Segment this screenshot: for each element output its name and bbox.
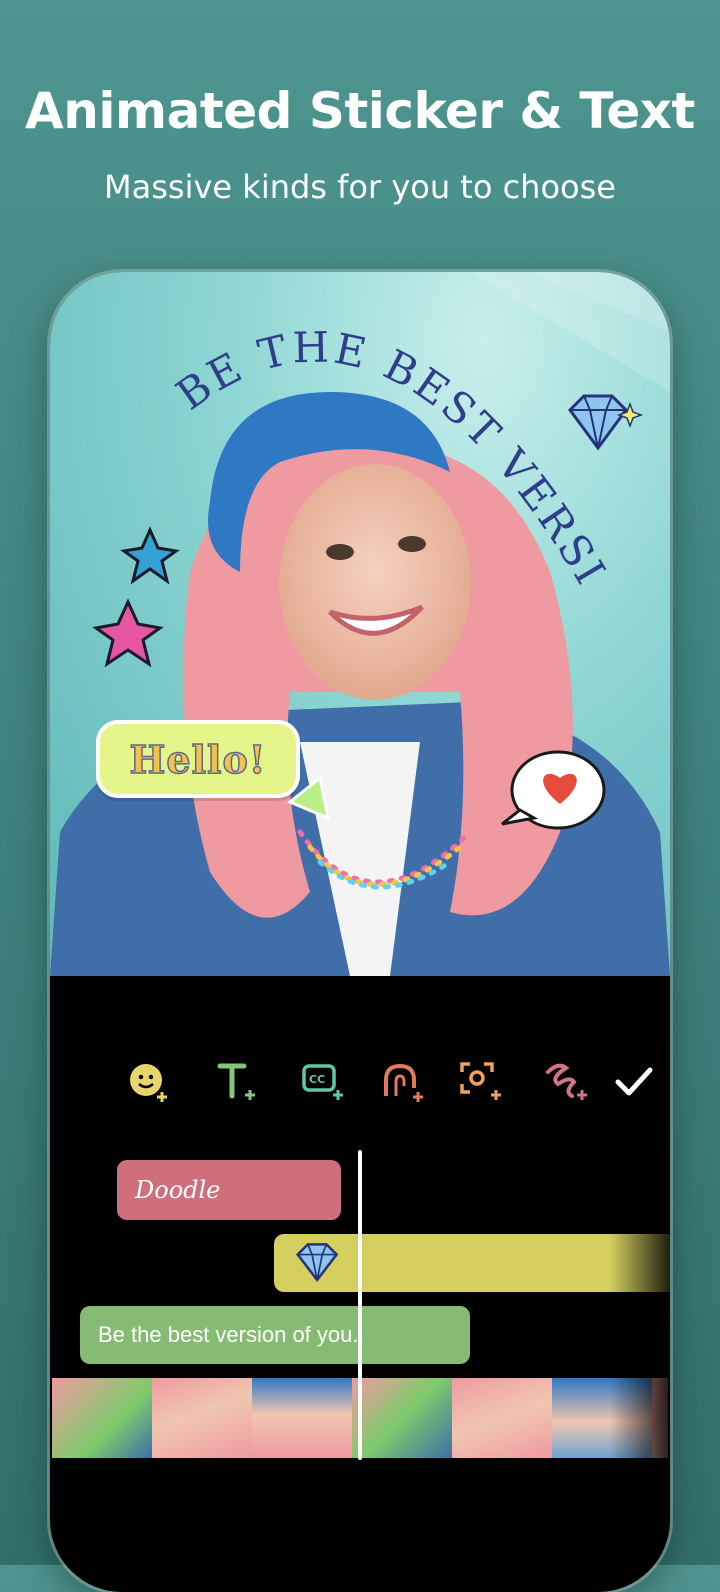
- star-icon: [92, 598, 164, 668]
- svg-text:CC: CC: [309, 1073, 325, 1086]
- diamond-icon: [568, 394, 628, 451]
- hero-subtitle: Massive kinds for you to choose: [104, 168, 616, 206]
- diamond-icon: [296, 1243, 339, 1283]
- text-clip-label: Be the best version of you.: [98, 1322, 359, 1347]
- sticker-toolbar: CC: [50, 1052, 670, 1116]
- hello-sticker[interactable]: Hello!: [96, 720, 300, 798]
- filmstrip-frame: [452, 1378, 552, 1458]
- magnet-plus-icon: [384, 1063, 423, 1102]
- filmstrip-frame: [252, 1378, 352, 1458]
- video-preview[interactable]: BE THE BEST VERSION OF YOU.: [50, 272, 670, 976]
- filmstrip-frame: [152, 1378, 252, 1458]
- add-caption-button[interactable]: CC: [300, 1058, 348, 1106]
- add-text-button[interactable]: [214, 1058, 262, 1106]
- text-clip[interactable]: Be the best version of you.: [80, 1306, 470, 1364]
- caption-plus-icon: CC: [302, 1064, 343, 1100]
- star-icon: [120, 526, 180, 585]
- squiggle-plus-icon: [546, 1063, 587, 1100]
- add-doodle-button[interactable]: [544, 1058, 592, 1106]
- focus-plus-icon: [460, 1062, 501, 1100]
- checkmark-icon: [615, 1067, 653, 1096]
- confirm-button[interactable]: [610, 1058, 658, 1106]
- add-focus-button[interactable]: [458, 1058, 506, 1106]
- add-effect-button[interactable]: [380, 1058, 428, 1106]
- doodle-clip[interactable]: Doodle: [117, 1160, 341, 1220]
- add-sticker-button[interactable]: [126, 1058, 174, 1106]
- timeline-fade: [610, 1142, 670, 1472]
- smiley-plus-icon: [130, 1064, 167, 1102]
- hero-title: Animated Sticker & Text: [25, 82, 695, 140]
- filmstrip-frame: [352, 1378, 452, 1458]
- preview-artwork: BE THE BEST VERSION OF YOU.: [50, 272, 670, 976]
- phone-frame: BE THE BEST VERSION OF YOU.: [50, 272, 670, 1592]
- doodle-clip-label: Doodle: [135, 1176, 221, 1204]
- text-plus-icon: [217, 1063, 255, 1100]
- filmstrip-frame: [52, 1378, 152, 1458]
- timeline-playhead[interactable]: [358, 1150, 362, 1460]
- face: [279, 464, 471, 700]
